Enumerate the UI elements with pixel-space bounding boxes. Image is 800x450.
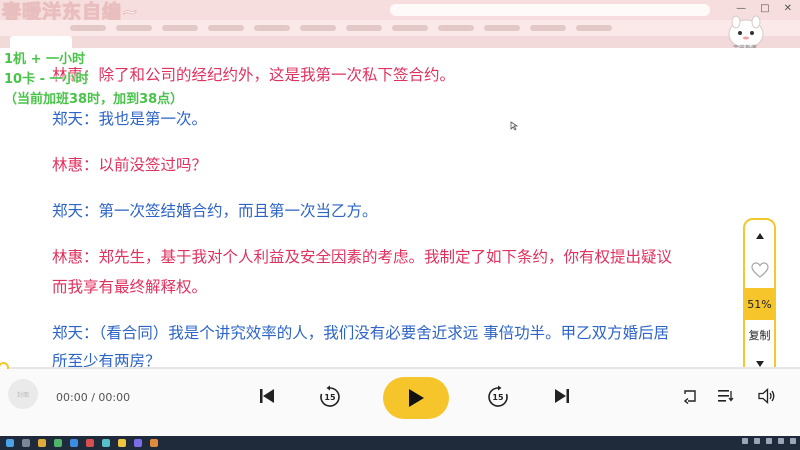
bookmark-item[interactable] xyxy=(392,25,428,31)
dialogue-line: 林惠：以前没签过吗？ xyxy=(52,156,208,174)
close-icon[interactable]: ✕ xyxy=(784,3,792,14)
play-button[interactable] xyxy=(383,377,449,419)
taskbar-app-icon[interactable] xyxy=(102,439,110,447)
triangle-up-icon xyxy=(755,233,764,239)
next-button[interactable] xyxy=(553,387,571,405)
volume-tray-icon[interactable] xyxy=(754,438,760,444)
overlay-line: （当前加班38时，加到38点） xyxy=(4,92,184,107)
forward-seconds: 15 xyxy=(492,392,504,402)
stream-overlay-text: 1机 + 一小时 10卡 - 一小时 （当前加班38时，加到38点） xyxy=(4,50,183,110)
bookmark-item[interactable] xyxy=(162,25,198,31)
play-icon xyxy=(409,389,424,407)
bookmarks-bar xyxy=(0,20,800,36)
taskbar-app-icon[interactable] xyxy=(70,439,78,447)
album-cover: 封面 xyxy=(8,379,38,409)
bookmark-item[interactable] xyxy=(438,25,474,31)
repeat-icon xyxy=(683,390,696,404)
audio-player-bar: 封面 00:00 / 00:00 15 15 xyxy=(0,369,800,436)
bookmark-item[interactable] xyxy=(116,25,152,31)
rewind-15-button[interactable]: 15 xyxy=(318,385,342,409)
overlay-line: 1机 + 一小时 xyxy=(4,52,85,67)
bookmark-item[interactable] xyxy=(576,25,612,31)
dialogue-line: 而我享有最终解释权。 xyxy=(52,278,208,296)
skip-previous-icon xyxy=(260,389,274,403)
taskbar-app-icon[interactable] xyxy=(118,439,126,447)
bookmark-item[interactable] xyxy=(208,25,244,31)
heart-icon xyxy=(750,262,769,278)
playlist-icon xyxy=(718,390,734,402)
network-icon[interactable] xyxy=(742,438,748,444)
scroll-up-button[interactable] xyxy=(745,220,774,252)
read-progress-percent: 51% xyxy=(745,288,774,320)
repeat-button[interactable] xyxy=(682,388,698,404)
playback-time: 00:00 / 00:00 xyxy=(56,391,131,404)
forward-15-button[interactable]: 15 xyxy=(486,385,510,409)
taskbar-app-icon[interactable] xyxy=(134,439,142,447)
tab-strip xyxy=(0,36,800,48)
dialogue-line: 郑天：第一次签结婚合约，而且第一次当乙方。 xyxy=(52,202,378,220)
browser-tab-active[interactable] xyxy=(10,36,72,48)
dialogue-line: 所至少有两房？ xyxy=(52,352,161,368)
speaker-icon xyxy=(758,388,775,404)
volume-button[interactable] xyxy=(758,388,776,404)
bookmark-item[interactable] xyxy=(530,25,566,31)
previous-button[interactable] xyxy=(258,387,276,405)
overlay-line: 10卡 - 一小时 xyxy=(4,72,89,87)
address-bar[interactable] xyxy=(390,4,710,16)
bookmark-item[interactable] xyxy=(484,25,520,31)
taskbar-app-icon[interactable] xyxy=(22,439,30,447)
input-method-icon[interactable] xyxy=(778,438,784,444)
favorite-button[interactable] xyxy=(745,252,774,288)
taskbar-app-icon[interactable] xyxy=(54,439,62,447)
copy-button[interactable]: 复制 xyxy=(745,320,774,350)
os-taskbar xyxy=(0,436,800,450)
battery-icon[interactable] xyxy=(766,438,772,444)
dialogue-line: 郑天：（看合同）我是个讲究效率的人，我们没有必要舍近求远 事倍功半。甲乙双方婚后… xyxy=(52,324,670,342)
taskbar-app-icon[interactable] xyxy=(86,439,94,447)
taskbar-app-icon[interactable] xyxy=(150,439,158,447)
playlist-button[interactable] xyxy=(717,388,735,404)
mouse-cursor-icon xyxy=(510,121,518,131)
notification-icon[interactable] xyxy=(790,438,796,444)
rewind-seconds: 15 xyxy=(324,392,336,402)
taskbar-app-icon[interactable] xyxy=(38,439,46,447)
skip-next-icon xyxy=(555,389,569,403)
bookmark-item[interactable] xyxy=(254,25,290,31)
side-panel: 51% 复制 xyxy=(743,218,776,380)
dialogue-line: 林惠：郑先生，基于我对个人利益及安全因素的考虑。我制定了如下条约，你有权提出疑议 xyxy=(52,248,673,266)
bookmark-item[interactable] xyxy=(346,25,382,31)
bookmark-item[interactable] xyxy=(70,25,106,31)
system-tray xyxy=(742,438,796,444)
start-icon[interactable] xyxy=(6,439,14,447)
bookmark-item[interactable] xyxy=(300,25,336,31)
